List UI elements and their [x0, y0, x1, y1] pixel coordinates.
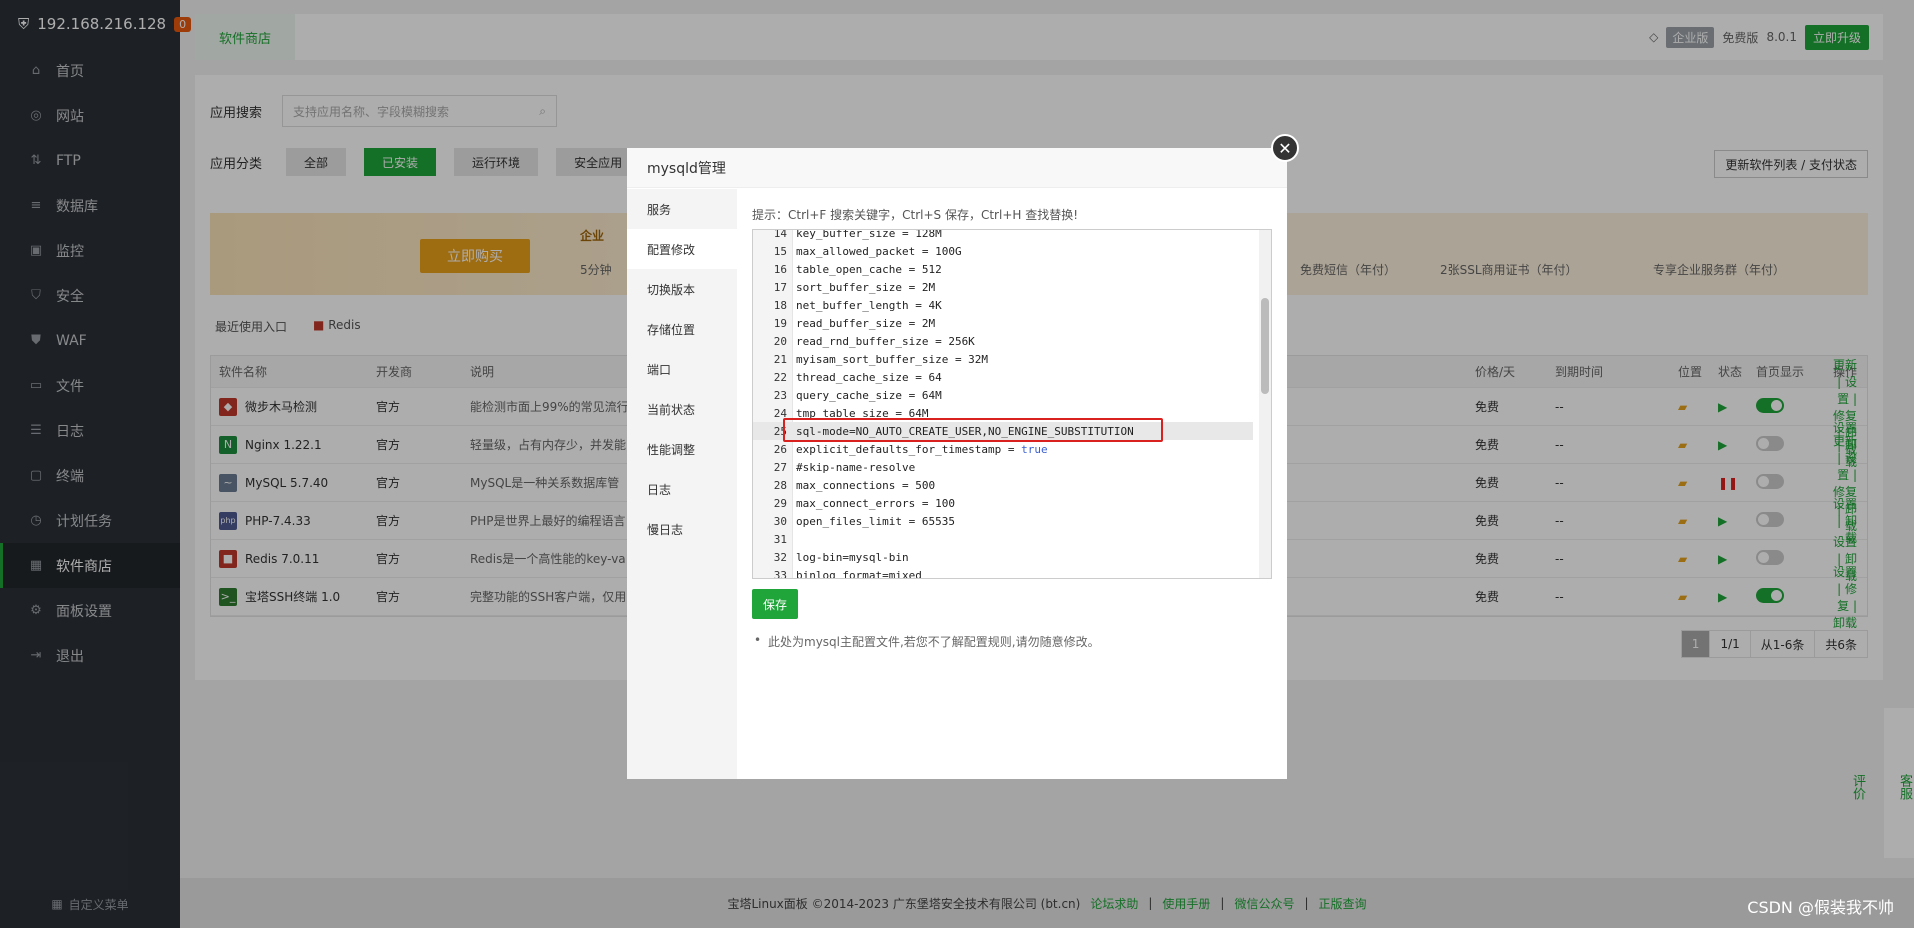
line-code: read_rnd_buffer_size = 256K [793, 335, 975, 348]
line-number: 15 [773, 244, 787, 258]
code-line: 30 open_files_limit = 65535 [753, 512, 1253, 530]
line-keyword: true [1021, 442, 1048, 456]
line-number: 28 [773, 478, 787, 492]
line-text: myisam_sort_buffer_size = 32M [796, 352, 989, 366]
editor-hint: 提示：Ctrl+F 搜索关键字，Ctrl+S 保存，Ctrl+H 查找替换! [752, 208, 1079, 222]
mysqld-manage-dialog: mysqld管理 ✕ 服务 配置修改 切换版本 存储位置 端口 当前状态 性能调整 日志 慢日志… [627, 134, 1299, 779]
dialog-nav-item[interactable]: 日志 [627, 469, 737, 509]
line-text: explicit_defaults_for_timestamp = [796, 442, 1022, 456]
line-number: 16 [773, 262, 787, 276]
line-code: thread_cache_size = 64 [793, 371, 942, 384]
config-editor[interactable]: 14 key_buffer_size = 128M 15 max_allowed_pa… [752, 229, 1272, 579]
line-number: 31 [773, 532, 787, 546]
code-line: 23 query_cache_size = 64M [753, 386, 1253, 404]
code-line: 33 binlog_format=mixed [753, 566, 1253, 579]
line-text: thread_cache_size = 64 [796, 370, 942, 384]
line-text: read_buffer_size = 2M [796, 316, 936, 330]
code-line: 31 [753, 530, 1253, 548]
line-code: net_buffer_length = 4K [793, 299, 942, 312]
dialog-nav-item[interactable]: 性能调整 [627, 429, 737, 469]
line-number: 32 [773, 550, 787, 564]
line-number: 19 [773, 316, 787, 330]
line-text: max_connections = 500 [796, 478, 936, 492]
line-text: max_allowed_packet = 100G [796, 244, 962, 258]
close-icon[interactable]: ✕ [1271, 134, 1299, 162]
line-code: sort_buffer_size = 2M [793, 281, 935, 294]
highlight-box [783, 418, 1163, 442]
line-code: table_open_cache = 512 [793, 263, 942, 276]
line-code: log-bin=mysql-bin [793, 551, 909, 564]
dialog-nav-item[interactable]: 配置修改 [627, 229, 737, 269]
line-number: 29 [773, 496, 787, 510]
line-number: 33 [773, 568, 787, 579]
code-line: 17 sort_buffer_size = 2M [753, 278, 1253, 296]
dialog-nav-item[interactable]: 当前状态 [627, 389, 737, 429]
line-code: query_cache_size = 64M [793, 389, 942, 402]
line-text: table_open_cache = 512 [796, 262, 942, 276]
code-line: 26 explicit_defaults_for_timestamp = true [753, 440, 1253, 458]
code-line: 27 #skip-name-resolve [753, 458, 1253, 476]
line-code: binlog_format=mixed [793, 568, 922, 579]
code-line: 16 table_open_cache = 512 [753, 260, 1253, 278]
line-number: 22 [773, 370, 787, 384]
dialog-nav-item[interactable]: 切换版本 [627, 269, 737, 309]
line-code: #skip-name-resolve [793, 461, 915, 474]
code-line: 28 max_connections = 500 [753, 476, 1253, 494]
line-code: max_allowed_packet = 100G [793, 245, 962, 258]
dialog-title: mysqld管理 [627, 148, 1287, 188]
dialog-nav-item[interactable]: 慢日志 [627, 509, 737, 549]
code-line: 20 read_rnd_buffer_size = 256K [753, 332, 1253, 350]
line-text: sort_buffer_size = 2M [796, 280, 936, 294]
line-text: max_connect_errors = 100 [796, 496, 955, 510]
line-code: myisam_sort_buffer_size = 32M [793, 353, 988, 366]
config-note: 此处为mysql主配置文件,若您不了解配置规则,请勿随意修改。 [752, 633, 1272, 650]
line-code: key_buffer_size = 128M [793, 229, 942, 240]
line-text: read_rnd_buffer_size = 256K [796, 334, 975, 348]
line-text: open_files_limit = 65535 [796, 514, 955, 528]
line-text: query_cache_size = 64M [796, 388, 942, 402]
scrollbar-thumb[interactable] [1261, 298, 1269, 394]
line-text: #skip-name-resolve [796, 460, 916, 474]
watermark: CSDN @假装我不帅 [1747, 898, 1894, 917]
code-line: 14 key_buffer_size = 128M [753, 229, 1253, 242]
code-line: 18 net_buffer_length = 4K [753, 296, 1253, 314]
code-line: 22 thread_cache_size = 64 [753, 368, 1253, 386]
line-code: max_connect_errors = 100 [793, 497, 955, 510]
line-number: 27 [773, 460, 787, 474]
editor-scrollbar[interactable] [1259, 230, 1271, 578]
code-line: 19 read_buffer_size = 2M [753, 314, 1253, 332]
save-button[interactable]: 保存 [752, 589, 798, 619]
dialog-nav-item[interactable]: 存储位置 [627, 309, 737, 349]
line-number: 14 [773, 229, 787, 240]
code-line: 21 myisam_sort_buffer_size = 32M [753, 350, 1253, 368]
line-text: net_buffer_length = 4K [796, 298, 942, 312]
code-line: 29 max_connect_errors = 100 [753, 494, 1253, 512]
line-text: binlog_format=mixed [796, 568, 922, 579]
line-number: 20 [773, 334, 787, 348]
code-line: 15 max_allowed_packet = 100G [753, 242, 1253, 260]
line-text: log-bin=mysql-bin [796, 550, 909, 564]
line-code: max_connections = 500 [793, 479, 935, 492]
line-code: explicit_defaults_for_timestamp = true [793, 443, 1048, 456]
line-code: read_buffer_size = 2M [793, 317, 935, 330]
code-line: 32 log-bin=mysql-bin [753, 548, 1253, 566]
line-number: 17 [773, 280, 787, 294]
dialog-nav-item[interactable]: 服务 [627, 189, 737, 229]
line-number: 23 [773, 388, 787, 402]
line-number: 18 [773, 298, 787, 312]
dialog-nav: 服务 配置修改 切换版本 存储位置 端口 当前状态 性能调整 日志 慢日志 [627, 189, 737, 779]
line-number: 21 [773, 352, 787, 366]
line-code: open_files_limit = 65535 [793, 515, 955, 528]
line-text: key_buffer_size = 128M [796, 229, 942, 240]
line-number: 30 [773, 514, 787, 528]
line-number: 26 [773, 442, 787, 456]
dialog-nav-item[interactable]: 端口 [627, 349, 737, 389]
